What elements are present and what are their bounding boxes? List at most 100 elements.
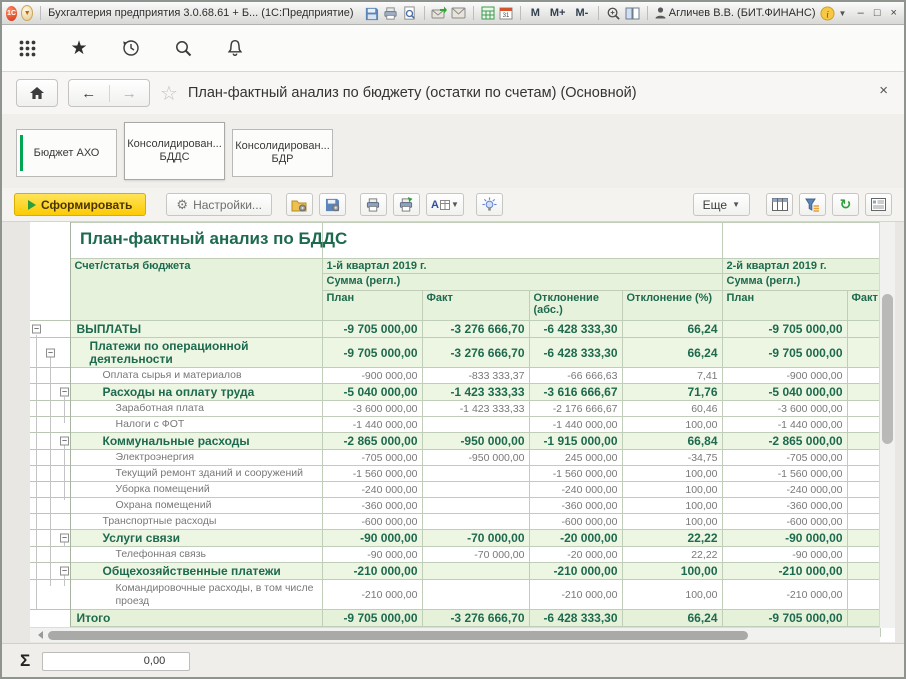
- column-header-fact2[interactable]: Факт: [847, 291, 880, 321]
- budget-item-cell[interactable]: Платежи по операционной деятельности: [70, 338, 322, 368]
- value-cell[interactable]: -2 865 000,00: [722, 433, 847, 450]
- column-header-plan1[interactable]: План: [322, 291, 422, 321]
- value-cell[interactable]: -950 000,00: [422, 450, 529, 466]
- budget-item-cell[interactable]: Телефонная связь: [70, 547, 322, 563]
- value-cell[interactable]: -600 000,00: [322, 514, 422, 530]
- save-settings-button[interactable]: [319, 193, 346, 216]
- value-cell[interactable]: [422, 580, 529, 610]
- value-cell[interactable]: [847, 368, 880, 384]
- column-header-plan2[interactable]: План: [722, 291, 847, 321]
- quick-print-button[interactable]: [393, 193, 420, 216]
- value-cell[interactable]: -6 428 333,30: [529, 321, 622, 338]
- value-cell[interactable]: -90 000,00: [322, 547, 422, 563]
- budget-item-cell[interactable]: Налоги с ФОТ: [70, 417, 322, 433]
- value-cell[interactable]: -20 000,00: [529, 547, 622, 563]
- print-button[interactable]: [360, 193, 387, 216]
- value-cell[interactable]: -950 000,00: [422, 433, 529, 450]
- value-cell[interactable]: -2 176 666,67: [529, 401, 622, 417]
- sum-input[interactable]: [42, 652, 190, 671]
- column-header-q1[interactable]: 1-й квартал 2019 г.: [322, 259, 722, 274]
- table-row[interactable]: Охрана помещений-360 000,00-360 000,0010…: [30, 498, 880, 514]
- value-cell[interactable]: -6 428 333,30: [529, 610, 622, 627]
- value-cell[interactable]: -900 000,00: [322, 368, 422, 384]
- value-cell[interactable]: -3 616 666,67: [529, 384, 622, 401]
- value-cell[interactable]: -6 428 333,30: [529, 338, 622, 368]
- value-cell[interactable]: 71,76: [622, 384, 722, 401]
- value-cell[interactable]: [847, 547, 880, 563]
- budget-item-cell[interactable]: Общехозяйственные платежи: [70, 563, 322, 580]
- value-cell[interactable]: -90 000,00: [722, 547, 847, 563]
- system-menu-button[interactable]: ▼: [21, 5, 33, 21]
- table-row[interactable]: Текущий ремонт зданий и сооружений-1 560…: [30, 466, 880, 482]
- value-cell[interactable]: [847, 450, 880, 466]
- value-cell[interactable]: [422, 482, 529, 498]
- preview-icon[interactable]: [402, 5, 417, 21]
- search-icon[interactable]: [172, 37, 194, 59]
- value-cell[interactable]: 100,00: [622, 580, 722, 610]
- value-cell[interactable]: -600 000,00: [722, 514, 847, 530]
- budget-item-cell[interactable]: Электроэнергия: [70, 450, 322, 466]
- maximize-button[interactable]: □: [871, 6, 884, 21]
- value-cell[interactable]: 100,00: [622, 498, 722, 514]
- value-cell[interactable]: -210 000,00: [529, 580, 622, 610]
- value-cell[interactable]: 245 000,00: [529, 450, 622, 466]
- column-header-dev-pct[interactable]: Отклонение (%): [622, 291, 722, 321]
- value-cell[interactable]: 22,22: [622, 530, 722, 547]
- report-tab-2[interactable]: Консолидирован...БДДС: [124, 122, 225, 180]
- value-cell[interactable]: -1 423 333,33: [422, 384, 529, 401]
- report-tab-3[interactable]: Консолидирован...БДР: [232, 129, 333, 177]
- value-cell[interactable]: -3 276 666,70: [422, 610, 529, 627]
- current-user[interactable]: Агличев В.В. (БИТ.ФИНАНС): [655, 7, 816, 19]
- budget-item-cell[interactable]: Охрана помещений: [70, 498, 322, 514]
- report-tab-1[interactable]: Бюджет АХО: [16, 129, 117, 177]
- value-cell[interactable]: -360 000,00: [529, 498, 622, 514]
- table-row[interactable]: −Коммунальные расходы-2 865 000,00-950 0…: [30, 433, 880, 450]
- value-cell[interactable]: [422, 417, 529, 433]
- value-cell[interactable]: [847, 563, 880, 580]
- horizontal-scrollbar[interactable]: [30, 627, 880, 642]
- generate-button[interactable]: Сформировать: [14, 193, 146, 216]
- budget-item-cell[interactable]: Коммунальные расходы: [70, 433, 322, 450]
- value-cell[interactable]: -9 705 000,00: [722, 610, 847, 627]
- budget-item-cell[interactable]: Заработная плата: [70, 401, 322, 417]
- notifications-bell-icon[interactable]: [224, 37, 246, 59]
- settings-button[interactable]: ⚙ Настройки...: [166, 193, 272, 216]
- value-cell[interactable]: -2 865 000,00: [322, 433, 422, 450]
- value-cell[interactable]: -5 040 000,00: [722, 384, 847, 401]
- value-cell[interactable]: -240 000,00: [322, 482, 422, 498]
- value-cell[interactable]: 66,24: [622, 321, 722, 338]
- value-cell[interactable]: -20 000,00: [529, 530, 622, 547]
- value-cell[interactable]: [422, 563, 529, 580]
- value-cell[interactable]: [847, 338, 880, 368]
- value-cell[interactable]: 22,22: [622, 547, 722, 563]
- column-header-q2[interactable]: 2-й квартал 2019 г.: [722, 259, 880, 274]
- table-row[interactable]: −ВЫПЛАТЫ-9 705 000,00-3 276 666,70-6 428…: [30, 321, 880, 338]
- send-mail-icon[interactable]: [431, 5, 447, 21]
- collapse-group-button[interactable]: −: [60, 567, 69, 576]
- collapse-group-button[interactable]: −: [60, 437, 69, 446]
- value-cell[interactable]: -9 705 000,00: [322, 321, 422, 338]
- close-window-button[interactable]: ×: [887, 6, 900, 21]
- filter-button[interactable]: [799, 193, 826, 216]
- collapse-group-button[interactable]: −: [32, 325, 41, 334]
- value-cell[interactable]: -360 000,00: [322, 498, 422, 514]
- value-cell[interactable]: 100,00: [622, 563, 722, 580]
- refresh-button[interactable]: ↻: [832, 193, 859, 216]
- value-cell[interactable]: [847, 433, 880, 450]
- save-icon[interactable]: [364, 5, 379, 21]
- value-cell[interactable]: -705 000,00: [722, 450, 847, 466]
- value-cell[interactable]: [847, 530, 880, 547]
- home-button[interactable]: [16, 79, 58, 107]
- minimize-button[interactable]: –: [854, 6, 867, 21]
- value-cell[interactable]: [847, 384, 880, 401]
- close-page-button[interactable]: ×: [879, 82, 888, 99]
- value-cell[interactable]: 60,46: [622, 401, 722, 417]
- value-cell[interactable]: [847, 498, 880, 514]
- budget-item-cell[interactable]: Итого: [70, 610, 322, 627]
- value-cell[interactable]: -210 000,00: [529, 563, 622, 580]
- value-cell[interactable]: 66,24: [622, 610, 722, 627]
- value-cell[interactable]: -34,75: [622, 450, 722, 466]
- m-button[interactable]: M: [528, 7, 543, 19]
- value-cell[interactable]: 100,00: [622, 466, 722, 482]
- print-icon[interactable]: [383, 5, 398, 21]
